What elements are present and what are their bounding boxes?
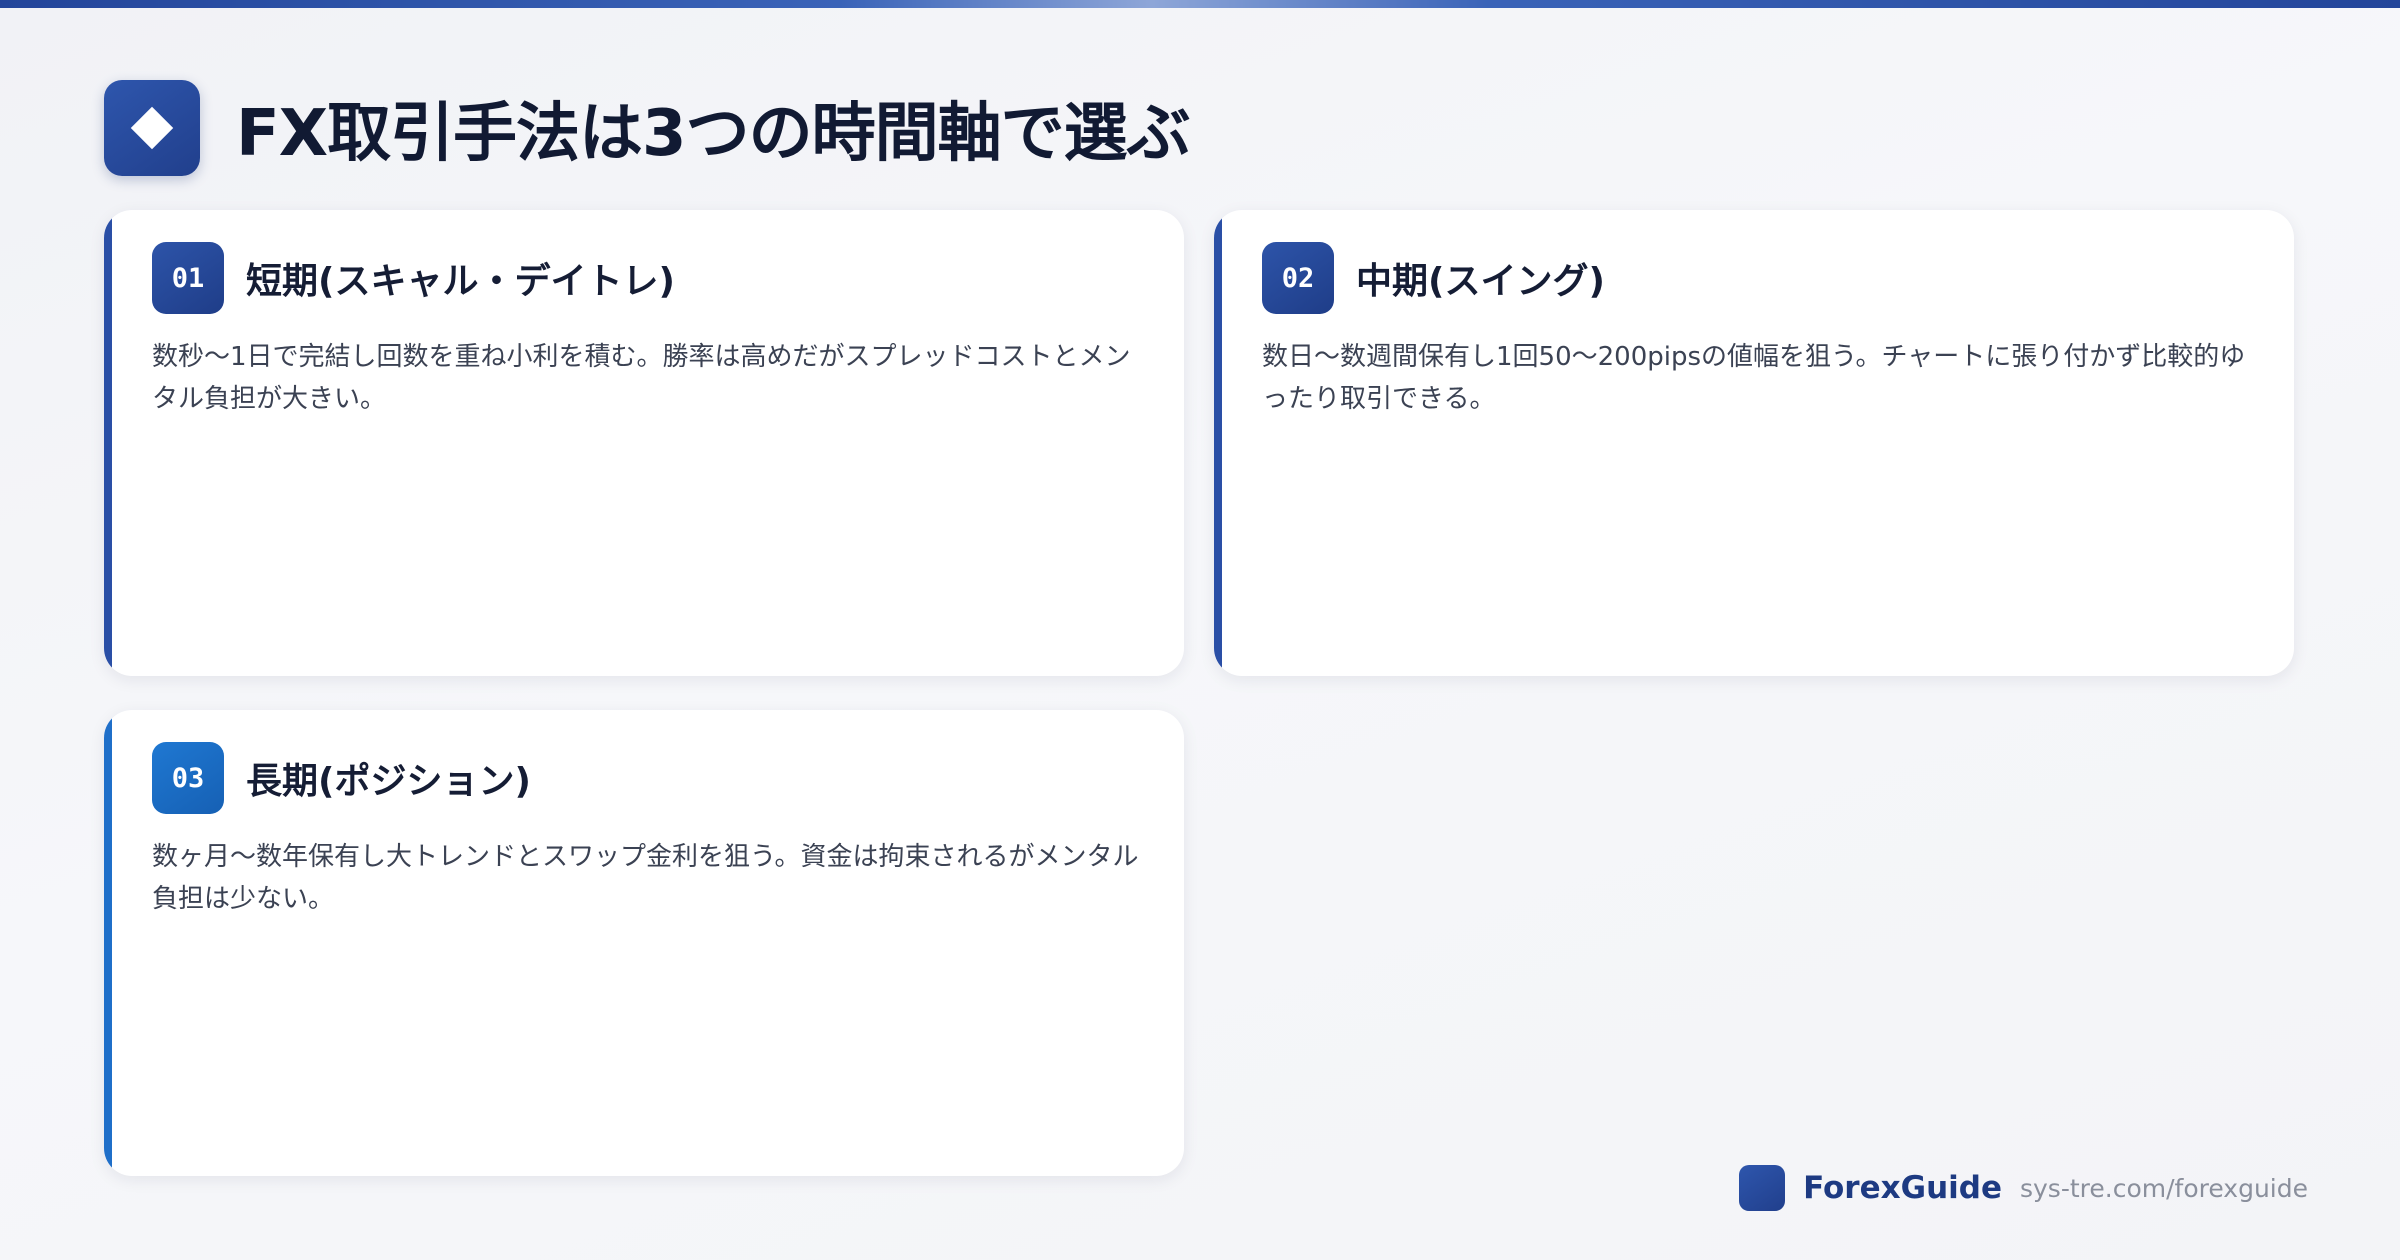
card-header: 02 中期(スイング) [1262,242,1605,314]
card-short-term: 01 短期(スキャル・デイトレ) 数秒〜1日で完結し回数を重ね小利を積む。勝率は… [104,210,1184,676]
card-title: 長期(ポジション) [246,761,531,802]
page-title: FX取引手法は3つの時間軸で選ぶ [236,97,1191,171]
diamond-shape [130,106,174,150]
top-accent-bar [0,0,2400,8]
card-long-term: 03 長期(ポジション) 数ヶ月〜数年保有し大トレンドとスワップ金利を狙う。資金… [104,710,1184,1176]
footer-url[interactable]: sys-tre.com/forexguide [2020,1174,2308,1203]
card-title: 短期(スキャル・デイトレ) [246,261,675,302]
footer: ForexGuide sys-tre.com/forexguide [1739,1164,2308,1212]
card-description: 数日〜数週間保有し1回50〜200pipsの値幅を狙う。チャートに張り付かず比較… [1262,342,2246,414]
page-header: FX取引手法は3つの時間軸で選ぶ [104,80,1191,176]
card-header: 01 短期(スキャル・デイトレ) [152,242,675,314]
card-title: 中期(スイング) [1356,261,1605,302]
card-mid-term: 02 中期(スイング) 数日〜数週間保有し1回50〜200pipsの値幅を狙う。… [1214,210,2294,676]
card-description: 数秒〜1日で完結し回数を重ね小利を積む。勝率は高めだがスプレッドコストとメンタル… [152,342,1131,414]
footer-brand: ForexGuide [1803,1170,2002,1206]
diamond-icon [104,80,200,176]
card-number-badge: 02 [1262,242,1334,314]
card-number-badge: 01 [152,242,224,314]
card-description: 数ヶ月〜数年保有し大トレンドとスワップ金利を狙う。資金は拘束されるがメンタル負担… [152,842,1139,914]
brand-logo-icon [1739,1165,1786,1211]
card-number-badge: 03 [152,742,224,814]
card-header: 03 長期(ポジション) [152,742,531,814]
